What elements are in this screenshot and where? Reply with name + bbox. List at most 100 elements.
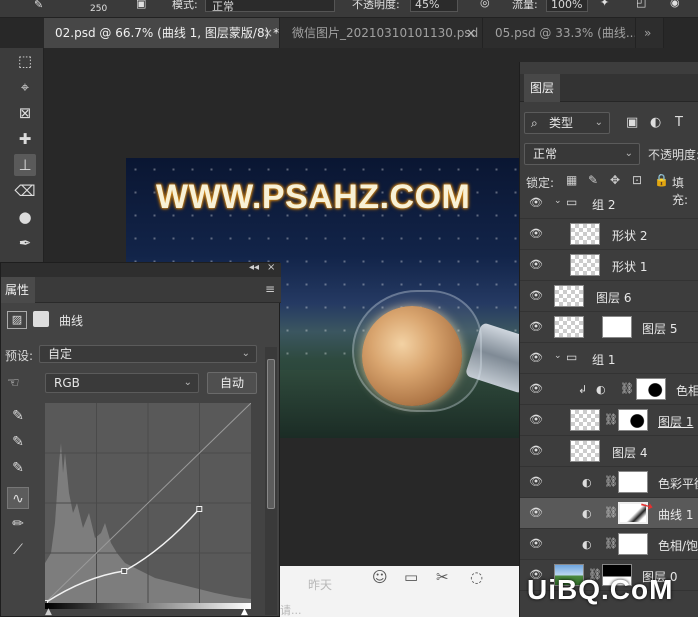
blend-mode-select[interactable]: 正常 ⌄ xyxy=(524,143,640,165)
auto-button[interactable]: 自动 xyxy=(207,372,257,394)
properties-scrollbar[interactable] xyxy=(265,347,277,615)
lock-move-icon[interactable]: ✥ xyxy=(610,173,620,187)
smooth-curve-icon[interactable]: ⟋ xyxy=(7,539,29,561)
eye-icon[interactable]: 👁 xyxy=(529,382,543,395)
panel-menu-icon[interactable]: ≡ xyxy=(265,282,275,296)
collapse-icon[interactable]: ◂◂ xyxy=(249,262,259,273)
lock-paint-icon[interactable]: ✎ xyxy=(588,173,598,187)
layer-mask-thumbnail[interactable] xyxy=(618,533,648,555)
curve-point-icon[interactable]: ∿ xyxy=(7,487,29,509)
close-icon[interactable]: × xyxy=(263,18,273,48)
eye-icon[interactable]: 👁 xyxy=(529,227,543,240)
layer-row-shape-1[interactable]: 👁 形状 1 xyxy=(520,250,698,281)
mask-icon[interactable] xyxy=(33,311,49,327)
folder-icon[interactable]: ▭ xyxy=(404,568,418,586)
close-icon[interactable]: × xyxy=(267,262,275,273)
pen-icon[interactable]: ✒ xyxy=(14,232,36,254)
eye-icon[interactable]: 👁 xyxy=(529,258,543,271)
sample-gray-icon[interactable]: ✎ xyxy=(7,431,29,453)
smoothing-icon[interactable]: ◰ xyxy=(636,0,646,16)
lock-transparent-icon[interactable]: ▦ xyxy=(566,173,577,187)
link-icon[interactable]: ⛓ xyxy=(604,537,618,550)
preset-select[interactable]: 自定 ⌄ xyxy=(39,345,257,363)
layer-filter-select[interactable]: ⌕ 类型 ⌄ xyxy=(524,112,610,134)
opacity-field[interactable]: 45% xyxy=(410,0,458,12)
layer-row-layer-1[interactable]: 👁 ⛓ 图层 1 xyxy=(520,405,698,436)
curve-control-point[interactable] xyxy=(196,506,203,512)
marquee-icon[interactable]: ⬚ xyxy=(14,50,36,72)
tab-wechat-psd[interactable]: 微信图片_20210310101130.psd × xyxy=(281,18,483,48)
tab-properties[interactable]: 属性 xyxy=(1,277,35,303)
link-icon[interactable]: ⛓ xyxy=(604,413,618,426)
clone-stamp-icon[interactable]: ⊥ xyxy=(14,154,36,176)
filter-adjustment-icon[interactable]: ◐ xyxy=(650,115,661,130)
eye-icon[interactable]: 👁 xyxy=(529,320,543,333)
target-adjust-icon[interactable]: ☜ xyxy=(7,375,20,391)
adjustment-icon: ◐ xyxy=(582,538,592,551)
airbrush-icon[interactable]: ✦ xyxy=(600,0,609,16)
brush-icon[interactable]: ✎ xyxy=(34,0,43,18)
eye-icon[interactable]: 👁 xyxy=(529,537,543,550)
healing-brush-icon[interactable]: ✚ xyxy=(14,128,36,150)
eye-icon[interactable]: 👁 xyxy=(529,444,543,457)
chat-bubble-icon[interactable]: ◌ xyxy=(470,568,483,586)
layer-row-layer-4[interactable]: 👁 图层 4 xyxy=(520,436,698,467)
adjustment-icon: ◐ xyxy=(582,507,592,520)
curves-graph[interactable] xyxy=(45,403,251,603)
curve-pencil-icon[interactable]: ✏ xyxy=(7,513,29,535)
layer-row-layer-5[interactable]: 👁 图层 5 xyxy=(520,312,698,343)
layer-mask-thumbnail[interactable] xyxy=(636,378,666,400)
layer-row-group-1[interactable]: 👁 ⌄ ▭ 组 1 xyxy=(520,343,698,374)
link-icon[interactable]: ⛓ xyxy=(604,506,618,519)
object-select-icon[interactable]: ⌖ xyxy=(14,76,36,98)
crop-frame-icon[interactable]: ⊠ xyxy=(14,102,36,124)
chevron-down-icon[interactable]: ⌄ xyxy=(554,351,562,361)
layer-row-curves-1[interactable]: 👁 ◐ ⛓ ➘ 曲线 1 xyxy=(520,494,698,529)
eye-icon[interactable]: 👁 xyxy=(529,475,543,488)
layer-row-hue[interactable]: 👁 ↲ ◐ ⛓ 色相 xyxy=(520,374,698,405)
scissors-icon[interactable]: ✂ xyxy=(436,568,449,586)
eye-icon[interactable]: 👁 xyxy=(529,351,543,364)
flow-field[interactable]: 100% xyxy=(546,0,588,12)
emoji-icon[interactable]: ☺ xyxy=(372,568,388,586)
curve-control-point[interactable] xyxy=(121,568,128,574)
channel-select[interactable]: RGB ⌄ xyxy=(45,373,199,393)
tab-05-psd[interactable]: 05.psd @ 33.3% (曲线... xyxy=(484,18,636,48)
tab-02-psd[interactable]: 02.psd @ 66.7% (曲线 1, 图层蒙版/8) * × xyxy=(44,18,280,48)
eye-icon[interactable]: 👁 xyxy=(529,413,543,426)
layer-row-group-2[interactable]: 👁 ⌄ ▭ 组 2 xyxy=(520,188,698,219)
filter-type-icon[interactable]: T xyxy=(675,115,683,130)
layer-row-hue-saturation[interactable]: 👁 ◐ ⛓ 色相/饱 xyxy=(520,529,698,560)
link-icon[interactable]: ⛓ xyxy=(620,382,634,395)
eye-icon[interactable]: 👁 xyxy=(529,196,543,209)
black-slider-icon[interactable]: ▲ xyxy=(45,607,52,617)
layer-mask-thumbnail[interactable] xyxy=(602,316,632,338)
filter-pixel-icon[interactable]: ▣ xyxy=(626,115,638,130)
scroll-thumb[interactable] xyxy=(267,359,275,509)
close-icon[interactable]: × xyxy=(466,18,476,48)
layer-mask-thumbnail[interactable] xyxy=(618,409,648,431)
pressure-opacity-icon[interactable]: ◎ xyxy=(480,0,490,16)
white-slider-icon[interactable]: ▲ xyxy=(241,607,248,617)
lock-all-icon[interactable]: 🔒 xyxy=(654,173,669,187)
panel-strip: ◂◂ × xyxy=(1,262,281,277)
layer-mask-thumbnail[interactable] xyxy=(618,471,648,493)
lock-artboard-icon[interactable]: ⊡ xyxy=(632,173,642,187)
tab-layers[interactable]: 图层 xyxy=(524,74,561,102)
link-icon[interactable]: ⛓ xyxy=(604,475,618,488)
sample-black-icon[interactable]: ✎ xyxy=(7,405,29,427)
eye-icon[interactable]: 👁 xyxy=(529,506,543,519)
curves-icon: ▨ xyxy=(7,311,27,329)
eraser-icon[interactable]: ⌫ xyxy=(14,180,36,202)
eye-icon[interactable]: 👁 xyxy=(529,289,543,302)
brush-panel-icon[interactable]: ▣ xyxy=(136,0,146,17)
sample-white-icon[interactable]: ✎ xyxy=(7,457,29,479)
mode-select[interactable]: 正常 xyxy=(205,0,335,13)
layer-row-layer-6[interactable]: 👁 图层 6 xyxy=(520,281,698,312)
layer-row-shape-2[interactable]: 👁 形状 2 xyxy=(520,219,698,250)
layer-row-color-balance[interactable]: 👁 ◐ ⛓ 色彩平衡 xyxy=(520,467,698,498)
tabs-overflow-icon[interactable]: » xyxy=(636,18,664,48)
pressure-size-icon[interactable]: ◉ xyxy=(670,0,680,16)
chevron-down-icon[interactable]: ⌄ xyxy=(554,196,562,206)
blur-drop-icon[interactable]: ● xyxy=(14,206,36,228)
